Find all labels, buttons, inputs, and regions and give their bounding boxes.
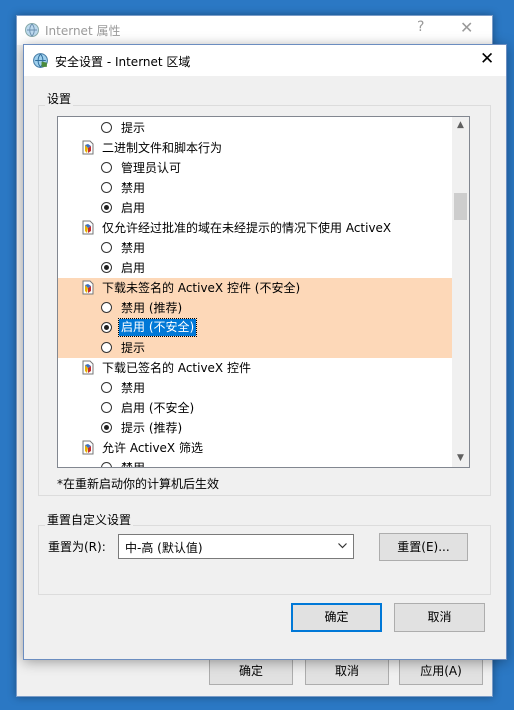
internet-options-icon: [24, 22, 40, 41]
setting-page-icon: [82, 360, 94, 375]
help-icon[interactable]: ?: [417, 19, 424, 35]
setting-label: 下载已签名的 ActiveX 控件: [102, 361, 251, 375]
scroll-thumb[interactable]: [454, 193, 467, 220]
reset-to-label: 重置为(R):: [48, 540, 106, 554]
setting-label: 启用: [121, 201, 146, 215]
setting-label: 禁用: [121, 461, 146, 468]
scroll-down-icon[interactable]: ▼: [452, 450, 469, 467]
setting-label: 仅允许经过批准的域在未经提示的情况下使用 ActiveX: [102, 221, 392, 235]
reset-level-value: 中-高 (默认值): [125, 541, 203, 555]
cancel-button[interactable]: 取消: [394, 603, 485, 632]
settings-category: 允许 ActiveX 筛选: [58, 438, 453, 458]
radio-button[interactable]: [101, 462, 112, 467]
setting-label: 启用: [121, 261, 146, 275]
setting-label: 禁用: [121, 241, 146, 255]
parent-cancel-button[interactable]: 取消: [305, 657, 389, 685]
dialog-close-icon[interactable]: ✕: [480, 49, 494, 69]
setting-label: 禁用 (推荐): [121, 301, 183, 315]
reset-level-select[interactable]: 中-高 (默认值): [118, 534, 354, 559]
radio-button[interactable]: [101, 202, 112, 213]
scroll-up-icon[interactable]: ▲: [452, 117, 469, 134]
settings-listbox[interactable]: 提示 二进制文件和脚本行为 管理员认可 禁用 启用 仅允许经过批准的域在未经提示的情况下使…: [57, 116, 470, 468]
radio-button[interactable]: [101, 262, 112, 273]
settings-option[interactable]: 禁用: [58, 378, 453, 398]
parent-window-title: Internet 属性: [45, 24, 121, 38]
settings-option[interactable]: 管理员认可: [58, 158, 453, 178]
setting-label: 允许 ActiveX 筛选: [102, 441, 203, 455]
ok-button[interactable]: 确定: [291, 603, 382, 632]
settings-option[interactable]: 禁用: [58, 238, 453, 258]
setting-label: 二进制文件和脚本行为: [102, 141, 223, 155]
setting-label: 启用 (不安全): [117, 318, 198, 337]
security-settings-dialog: 安全设置 - Internet 区域 ✕ 设置 提示 二进制文件和脚本行为 管理员认…: [23, 44, 507, 660]
settings-group-label: 设置: [45, 90, 74, 107]
setting-label: 启用 (不安全): [121, 401, 195, 415]
parent-ok-button[interactable]: 确定: [209, 657, 293, 685]
settings-option[interactable]: 提示 (推荐): [58, 418, 453, 438]
parent-title-bar: Internet 属性 ? ✕: [17, 16, 492, 45]
settings-option[interactable]: 禁用: [58, 458, 453, 468]
setting-label: 提示: [121, 341, 146, 355]
chevron-down-icon: [337, 540, 348, 554]
setting-label: 管理员认可: [121, 161, 182, 175]
reset-group-label: 重置自定义设置: [45, 511, 134, 528]
radio-button[interactable]: [101, 122, 112, 133]
settings-option[interactable]: 提示: [58, 118, 453, 138]
dialog-title-bar: 安全设置 - Internet 区域 ✕: [24, 45, 506, 76]
radio-button[interactable]: [101, 182, 112, 193]
setting-label: 提示 (推荐): [121, 421, 183, 435]
settings-option[interactable]: 启用: [58, 198, 453, 218]
globe-icon: [32, 52, 49, 72]
vertical-scrollbar[interactable]: ▲ ▼: [452, 117, 469, 467]
radio-button[interactable]: [101, 322, 112, 333]
setting-label: 提示: [121, 121, 146, 135]
setting-page-icon: [82, 220, 94, 235]
dialog-title: 安全设置 - Internet 区域: [55, 55, 191, 69]
settings-option[interactable]: 启用 (不安全): [58, 398, 453, 418]
setting-page-icon: [82, 440, 94, 455]
parent-apply-button[interactable]: 应用(A): [399, 657, 483, 685]
radio-button[interactable]: [101, 162, 112, 173]
settings-option[interactable]: 启用: [58, 258, 453, 278]
settings-option[interactable]: 启用 (不安全): [58, 318, 453, 338]
settings-category: 下载未签名的 ActiveX 控件 (不安全): [58, 278, 453, 298]
settings-option[interactable]: 禁用 (推荐): [58, 298, 453, 318]
setting-label: 禁用: [121, 381, 146, 395]
settings-category: 下载已签名的 ActiveX 控件: [58, 358, 453, 378]
radio-button[interactable]: [101, 422, 112, 433]
reset-button[interactable]: 重置(E)...: [379, 533, 468, 561]
radio-button[interactable]: [101, 242, 112, 253]
settings-option[interactable]: 禁用: [58, 178, 453, 198]
settings-category: 二进制文件和脚本行为: [58, 138, 453, 158]
setting-label: 禁用: [121, 181, 146, 195]
settings-category: 仅允许经过批准的域在未经提示的情况下使用 ActiveX: [58, 218, 453, 238]
setting-page-icon: [82, 140, 94, 155]
settings-option[interactable]: 提示: [58, 338, 453, 358]
radio-button[interactable]: [101, 402, 112, 413]
radio-button[interactable]: [101, 342, 112, 353]
parent-close-icon[interactable]: ✕: [460, 18, 473, 37]
setting-label: 下载未签名的 ActiveX 控件 (不安全): [102, 281, 301, 295]
radio-button[interactable]: [101, 302, 112, 313]
setting-page-icon: [82, 280, 94, 295]
radio-button[interactable]: [101, 382, 112, 393]
restart-note: *在重新启动你的计算机后生效: [57, 477, 220, 491]
